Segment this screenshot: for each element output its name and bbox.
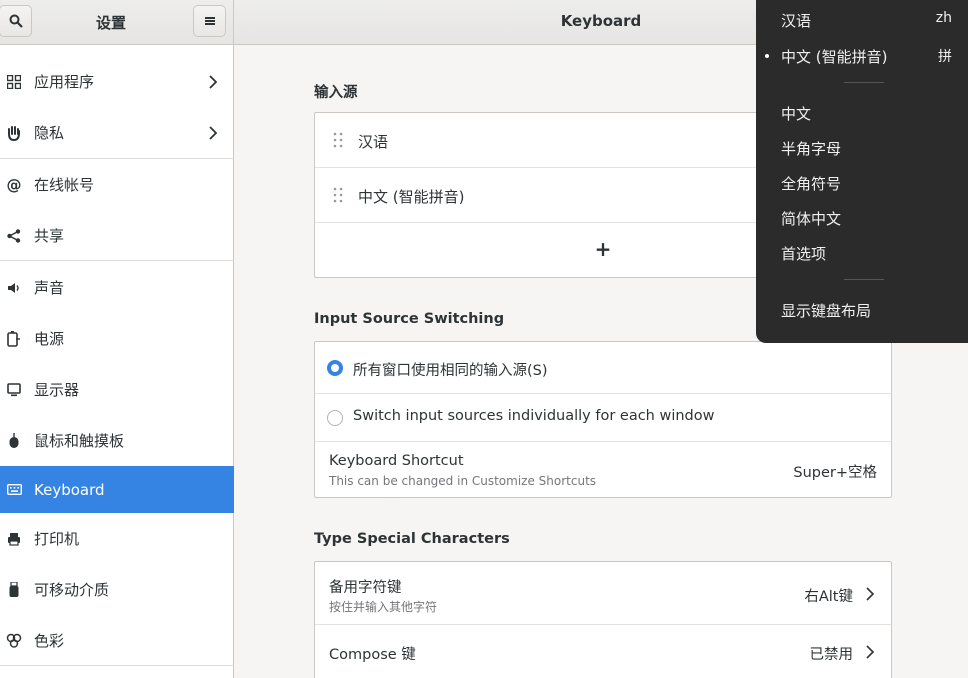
hand-icon [6,125,22,141]
alt-key-sublabel: 按住并输入其他字符 [329,600,438,614]
sidebar-item-keyboard[interactable]: Keyboard [0,466,234,513]
sidebar-title: 设置 [96,14,127,32]
chevron-right-icon [866,587,875,601]
sidebar-item-label: 声音 [34,279,65,297]
compose-key-row[interactable]: Compose 键 已禁用 [315,625,891,678]
drag-handle-icon[interactable] [333,132,343,148]
menu-separator [844,279,884,280]
sidebar-item-color[interactable]: 色彩 [0,617,234,664]
sidebar-item-label: 显示器 [34,381,80,399]
selected-indicator [765,54,769,58]
chevron-right-icon [866,645,875,659]
option-label: Switch input sources individually for ea… [353,408,715,424]
option-individual-source[interactable]: Switch input sources individually for ea… [315,394,891,442]
sidebar-item-removable-media[interactable]: 可移动介质 [0,566,234,613]
compose-key-label: Compose 键 [329,647,416,663]
sidebar-item-privacy[interactable]: 隐私 [0,109,234,156]
keyboard-shortcut-row[interactable]: Keyboard Shortcut This can be changed in… [315,442,891,498]
printer-icon [6,531,22,547]
speaker-icon [6,280,22,296]
keyboard-icon [6,482,22,498]
sidebar-item-applications[interactable]: 应用程序 [0,58,234,105]
input-method-menu: 汉语 zh 中文 (智能拼音) 拼 中文 半角字母 全角符号 简体中文 首选项 … [756,0,968,343]
menu-item-show-keyboard-layout[interactable]: 显示键盘布局 [781,300,871,321]
special-chars-list: 备用字符键 按住并输入其他字符 右Alt键 Compose 键 已禁用 [314,561,892,678]
sidebar-item-sharing[interactable]: 共享 [0,212,234,259]
special-chars-title: Type Special Characters [314,531,510,547]
option-same-source[interactable]: 所有窗口使用相同的输入源(S) [315,342,891,394]
search-icon [9,14,23,28]
menu-item-halfwidth-letters[interactable]: 半角字母 [781,138,841,159]
sidebar-item-label: 隐私 [34,124,65,142]
radio-button-selected[interactable] [327,360,343,376]
sidebar-item-label: 打印机 [34,530,80,548]
sidebar-item-label: 共享 [34,227,65,245]
shortcut-value: Super+空格 [793,465,877,481]
menu-item-chinese[interactable]: 中文 [781,103,811,124]
chevron-right-icon [209,74,218,89]
sidebar-item-printers[interactable]: 打印机 [0,515,234,562]
menu-item-simplified-chinese[interactable]: 简体中文 [781,208,841,229]
sidebar-item-label: 色彩 [34,632,65,650]
option-label: 所有窗口使用相同的输入源(S) [353,363,548,379]
hamburger-icon [204,17,215,25]
switching-list: 所有窗口使用相同的输入源(S) Switch input sources ind… [314,341,892,498]
sidebar-item-label: 鼠标和触摸板 [34,432,125,450]
mouse-icon [6,432,22,449]
alt-key-label: 备用字符键 [329,580,402,596]
palette-icon [6,633,22,649]
shortcut-label: Keyboard Shortcut [329,453,464,469]
sidebar-item-label: 在线帐号 [34,176,95,194]
sidebar: 应用程序 隐私 @ 在线帐号 共享 声音 电源 显示器 鼠标和触摸板 Keybo… [0,45,234,678]
switching-title: Input Source Switching [314,311,505,327]
sidebar-item-label: 电源 [34,330,65,348]
sidebar-item-label: Keyboard [34,480,105,499]
alt-key-value: 右Alt键 [804,589,853,605]
menu-item-hanyu[interactable]: 汉语 [781,10,811,31]
drag-handle-icon[interactable] [333,187,343,203]
alternate-chars-key-row[interactable]: 备用字符键 按住并输入其他字符 右Alt键 [315,562,891,625]
search-button[interactable] [0,5,32,37]
input-source-label: 中文 (智能拼音) [358,188,465,206]
sidebar-item-mouse-touchpad[interactable]: 鼠标和触摸板 [0,417,234,464]
menu-button[interactable] [193,5,226,37]
at-icon: @ [6,175,22,194]
radio-button[interactable] [327,410,343,426]
divider [0,260,234,261]
menu-item-pinyin[interactable]: 中文 (智能拼音) [781,46,887,67]
sidebar-item-label: 应用程序 [34,73,95,91]
chevron-right-icon [209,125,218,140]
menu-item-fullwidth-punctuation[interactable]: 全角符号 [781,173,841,194]
monitor-icon [6,382,22,398]
sidebar-item-label: 可移动介质 [34,581,110,599]
sidebar-header: 设置 [0,0,234,45]
shortcut-sublabel: This can be changed in Customize Shortcu… [329,474,597,488]
sidebar-item-displays[interactable]: 显示器 [0,366,234,413]
usb-drive-icon [6,581,22,598]
divider [0,158,234,159]
menu-item-tag: 拼 [938,49,952,65]
apps-grid-icon [6,74,22,90]
sidebar-item-power[interactable]: 电源 [0,315,234,362]
input-sources-title: 输入源 [314,85,358,101]
sidebar-item-online-accounts[interactable]: @ 在线帐号 [0,161,234,208]
compose-key-value: 已禁用 [809,647,854,663]
menu-item-tag: zh [935,10,952,26]
menu-separator [844,82,884,83]
sidebar-item-sound[interactable]: 声音 [0,264,234,311]
menu-item-preferences[interactable]: 首选项 [781,243,826,264]
battery-icon [6,330,22,347]
input-source-label: 汉语 [358,133,389,151]
share-icon [6,228,22,244]
divider [0,665,234,666]
